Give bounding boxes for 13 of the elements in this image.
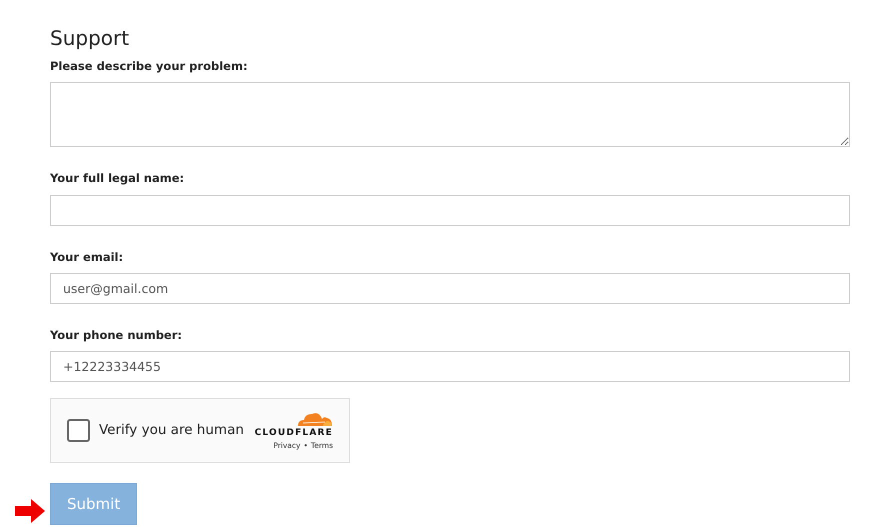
input-field[interactable]: user@gmail.com	[50, 272, 850, 304]
field-label: Your email:	[50, 248, 124, 266]
input-field[interactable]: +12223334455	[50, 351, 850, 382]
captcha-label: Verify you are human	[99, 421, 245, 440]
checkbox[interactable]	[67, 419, 90, 442]
field-label: Your full legal name:	[50, 170, 186, 188]
page-title: Support	[50, 26, 130, 50]
text-area[interactable]	[50, 82, 850, 148]
arrow-icon	[15, 499, 45, 523]
field-label: Your phone number:	[50, 326, 184, 344]
brand-name: CLOUDFLARE	[254, 426, 333, 440]
field-label: Please describe your problem:	[50, 58, 249, 75]
input-field[interactable]	[50, 194, 850, 226]
